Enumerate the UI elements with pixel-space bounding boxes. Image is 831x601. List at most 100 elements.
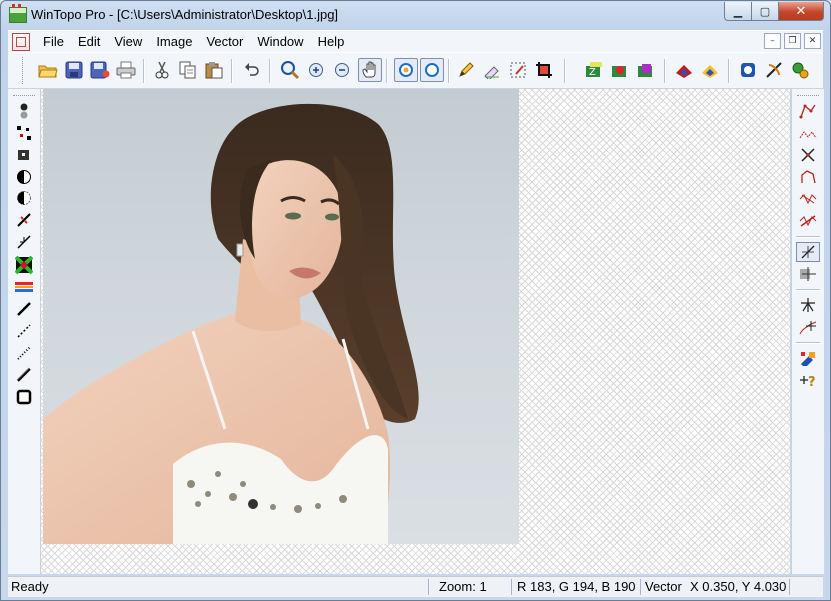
main-toolbar: Z xyxy=(8,52,823,89)
eraser-icon[interactable] xyxy=(480,58,504,82)
save-icon[interactable] xyxy=(62,58,86,82)
color-reduce-icon[interactable] xyxy=(12,255,36,275)
portrait-image xyxy=(43,103,419,544)
app-window: WinTopo Pro - [C:\Users\Administrator\De… xyxy=(0,0,831,601)
skeleton-icon[interactable] xyxy=(12,232,36,252)
split-line-icon[interactable] xyxy=(796,317,820,337)
right-toolbar-grip[interactable] xyxy=(797,95,819,99)
dashed-line-icon[interactable] xyxy=(12,321,36,341)
layer-red-icon[interactable] xyxy=(608,58,632,82)
vectorize-icon[interactable] xyxy=(762,58,786,82)
toolbar-separator xyxy=(448,59,450,83)
select-area-icon[interactable] xyxy=(506,58,530,82)
cross-nodes-icon[interactable] xyxy=(796,145,820,165)
dot-tool-icon[interactable] xyxy=(12,101,36,121)
close-button[interactable]: ✕ xyxy=(778,2,824,21)
status-bar: Ready Zoom: 1 R 183, G 194, B 190 Vector… xyxy=(8,576,823,597)
toolbar-separator xyxy=(231,59,233,83)
toolbar-separator xyxy=(143,59,145,83)
zoom-in-icon[interactable] xyxy=(304,58,328,82)
document-icon[interactable] xyxy=(12,32,30,51)
blue-diamond-icon[interactable] xyxy=(736,58,760,82)
toolbar-separator xyxy=(796,342,820,344)
line-tool-icon[interactable] xyxy=(12,299,36,319)
join-lines-icon[interactable] xyxy=(796,295,820,315)
toolbar-separator xyxy=(564,59,566,83)
menu-window[interactable]: Window xyxy=(250,34,310,49)
status-divider xyxy=(789,579,790,595)
toolbar-separator xyxy=(796,289,820,291)
toolbar-separator xyxy=(664,59,666,83)
closed-polygon-icon[interactable] xyxy=(796,167,820,187)
thick-line-icon[interactable] xyxy=(12,365,36,385)
image-canvas[interactable] xyxy=(41,89,790,574)
title-bar[interactable]: WinTopo Pro - [C:\Users\Administrator\De… xyxy=(1,1,830,29)
left-toolbar xyxy=(8,89,41,574)
toolbar-grip[interactable] xyxy=(22,57,26,84)
status-divider xyxy=(511,579,512,595)
toolbar-separator xyxy=(269,59,271,83)
move-node-icon[interactable] xyxy=(796,264,820,284)
crop-icon[interactable] xyxy=(532,58,556,82)
status-zoom: Zoom: 1 xyxy=(439,579,487,594)
fill-yellow-icon[interactable] xyxy=(698,58,722,82)
polyline-icon[interactable] xyxy=(796,101,820,121)
menu-help[interactable]: Help xyxy=(311,34,352,49)
thin-icon[interactable] xyxy=(12,210,36,230)
edit-node-icon[interactable] xyxy=(796,242,820,262)
minimize-button[interactable]: ▁ xyxy=(724,2,752,21)
smooth-polyline-icon[interactable] xyxy=(796,123,820,143)
print-icon[interactable] xyxy=(114,58,138,82)
maximize-button[interactable]: ▢ xyxy=(751,2,779,21)
color-picker-icon[interactable] xyxy=(796,348,820,368)
zoom-icon[interactable] xyxy=(278,58,302,82)
loaded-photo[interactable] xyxy=(43,89,519,544)
status-coords: X 0.350, Y 4.030 xyxy=(690,579,787,594)
half-circle-icon[interactable] xyxy=(12,167,36,187)
threshold-icon[interactable] xyxy=(12,188,36,208)
undo-icon[interactable] xyxy=(240,58,264,82)
status-divider xyxy=(640,579,641,595)
doc-close-button[interactable]: ✕ xyxy=(804,33,821,49)
despeckle-icon[interactable] xyxy=(12,123,36,143)
menu-edit[interactable]: Edit xyxy=(71,34,107,49)
status-divider xyxy=(428,579,429,595)
paste-icon[interactable] xyxy=(202,58,226,82)
window-title: WinTopo Pro - [C:\Users\Administrator\De… xyxy=(31,7,339,22)
status-rgb: R 183, G 194, B 190 xyxy=(517,579,636,594)
toolbar-separator xyxy=(728,59,730,83)
color-separation-icon[interactable] xyxy=(12,277,36,297)
save-as-icon[interactable] xyxy=(88,58,112,82)
border-icon[interactable] xyxy=(12,387,36,407)
left-toolbar-grip[interactable] xyxy=(13,95,35,99)
svg-text:Z: Z xyxy=(589,67,596,78)
fill-red-icon[interactable] xyxy=(672,58,696,82)
pan-hand-icon[interactable] xyxy=(358,58,382,82)
cut-icon[interactable] xyxy=(150,58,174,82)
toolbar-separator xyxy=(796,236,820,238)
dotted-line-icon[interactable] xyxy=(12,343,36,363)
reduce-nodes-icon[interactable] xyxy=(796,189,820,209)
fill-holes-icon[interactable] xyxy=(12,145,36,165)
delete-nodes-icon[interactable] xyxy=(796,211,820,231)
pencil-icon[interactable] xyxy=(454,58,478,82)
menu-file[interactable]: File xyxy=(36,34,71,49)
menu-view[interactable]: View xyxy=(107,34,149,49)
settings-icon[interactable] xyxy=(788,58,812,82)
doc-minimize-button[interactable]: – xyxy=(764,33,781,49)
app-logo-icon xyxy=(9,4,27,23)
layer-purple-icon[interactable] xyxy=(634,58,658,82)
status-mode: Vector xyxy=(645,579,682,594)
status-state: Ready xyxy=(11,579,49,594)
layer-z-icon[interactable]: Z xyxy=(582,58,606,82)
zoom-out-icon[interactable] xyxy=(330,58,354,82)
open-icon[interactable] xyxy=(36,58,60,82)
query-icon[interactable]: ? xyxy=(796,370,820,390)
menu-vector[interactable]: Vector xyxy=(199,34,250,49)
view-raster-icon[interactable] xyxy=(394,58,418,82)
doc-restore-button[interactable]: ❐ xyxy=(784,33,801,49)
copy-icon[interactable] xyxy=(176,58,200,82)
right-toolbar: ? xyxy=(791,89,824,574)
menu-image[interactable]: Image xyxy=(149,34,199,49)
view-vector-icon[interactable] xyxy=(420,58,444,82)
